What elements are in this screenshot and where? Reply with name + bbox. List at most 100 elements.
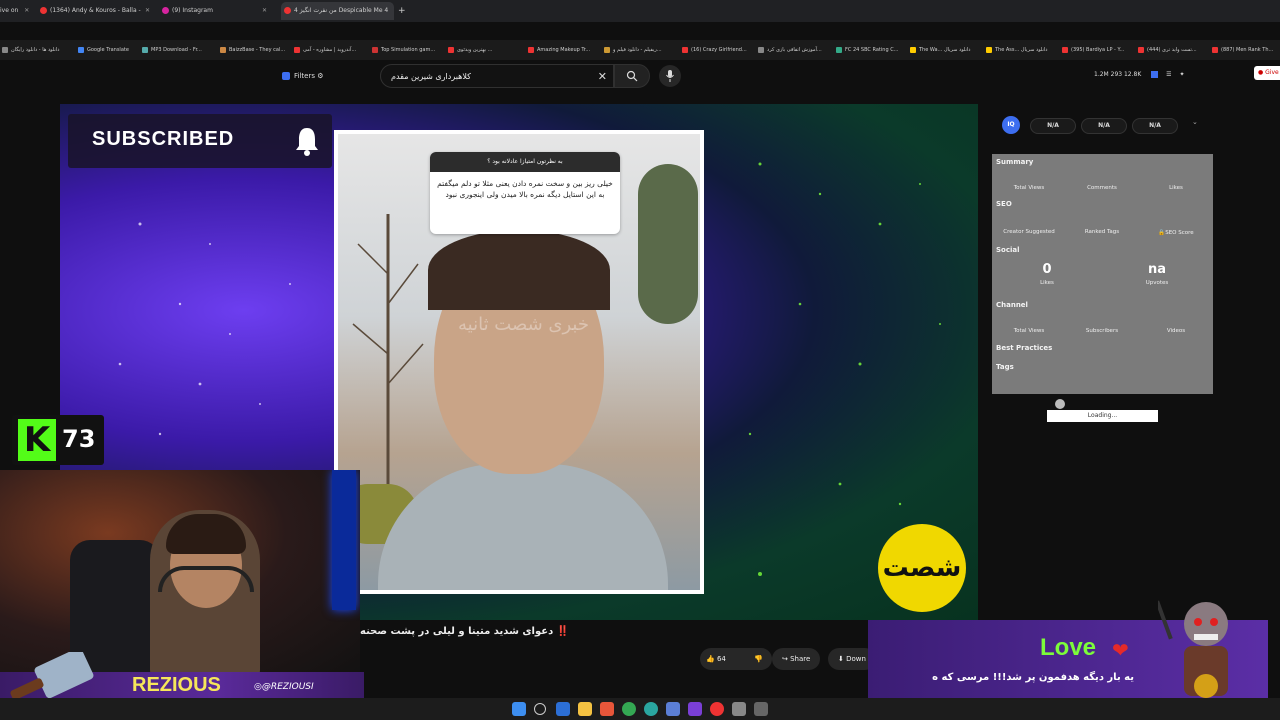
close-icon[interactable]: ✕ (145, 2, 153, 20)
foliage (638, 164, 698, 324)
bookmark-item[interactable]: Amazing Makeup Tr... (528, 40, 590, 60)
filters-button[interactable]: Filters ⚙ (282, 68, 324, 84)
menu-icon[interactable]: ☰ (1166, 71, 1171, 78)
dislike-button[interactable]: 👎 (748, 648, 772, 670)
extension-icon[interactable]: ✦ (1179, 71, 1184, 78)
channel-logo: شصت (878, 524, 966, 612)
tree-illustration (352, 214, 424, 514)
bookmark-item[interactable]: Top Simulation gam... (372, 40, 435, 60)
instagram-icon (162, 7, 169, 14)
speaker-photo: خبری شصت ثانیه به نظرتون امتیازا عادلانه… (338, 134, 700, 590)
bookmark-icon (910, 46, 916, 53)
metric-pill: N/A (1030, 118, 1076, 134)
bookmark-icon (604, 46, 610, 53)
bookmark-item[interactable]: MP3 Download - Fr... (142, 40, 202, 60)
question-text: به نظرتون امتیازا عادلانه بود ؟ (430, 152, 620, 172)
tab-label: (1364) Andy & Kouros - Balla - (50, 7, 141, 14)
social-heading[interactable]: Social (996, 246, 1020, 254)
zombie-mascot-icon (1158, 600, 1228, 698)
total-views-label: Total Views (1013, 185, 1045, 191)
channel-heading[interactable]: Channel (996, 301, 1028, 309)
neon-light (332, 470, 356, 610)
tab-andy-kouros[interactable]: (1364) Andy & Kouros - Balla - (40, 2, 152, 20)
loading-indicator: Loading... (1047, 410, 1158, 422)
heart-icon: ❤ (1112, 638, 1129, 662)
bookmark-item[interactable]: (395) Bardiya LP - Y... (1062, 40, 1124, 60)
bookmark-item[interactable]: (16) Crazy Girlfriend... (682, 40, 747, 60)
tab-instagram[interactable]: (9) Instagram (162, 2, 262, 20)
social-likes-value: 0 (1042, 262, 1052, 277)
translate-icon (78, 46, 84, 53)
seo-heading[interactable]: SEO (996, 200, 1012, 208)
youtube-icon (284, 7, 291, 14)
bookmarks-bar: دانلود ها - دانلود رایگان Google Transla… (0, 40, 1280, 60)
windows-start-icon[interactable] (512, 702, 526, 716)
streamer-name: REZIOUS (132, 674, 221, 696)
app-icon[interactable] (688, 702, 702, 716)
edge-icon[interactable] (644, 702, 658, 716)
browser-tab-bar: ive on ✕ (1364) Andy & Kouros - Balla - ✕… (0, 0, 1280, 22)
bookmark-item[interactable]: ریفیلم - دانلود فیلم و... (604, 40, 662, 60)
give-button[interactable]: ● Give (1254, 66, 1280, 80)
close-icon[interactable]: ✕ (262, 2, 270, 20)
bookmark-icon (142, 46, 148, 53)
bookmark-item[interactable]: بهترین ویدئوی ... (448, 40, 492, 60)
seo-score-label: 🔒SEO Score (1158, 230, 1194, 236)
bookmark-item[interactable]: FC 24 SBC Rating C... (836, 40, 898, 60)
metric-pill: N/A (1132, 118, 1178, 134)
donation-title: Love (1040, 634, 1097, 661)
chrome-icon[interactable] (622, 702, 636, 716)
file-explorer-icon[interactable] (578, 702, 592, 716)
ranked-tags-label: Ranked Tags (1084, 229, 1120, 235)
bookmark-item[interactable]: The Wa... دانلود سریال (910, 40, 971, 60)
search-icon[interactable] (534, 703, 546, 715)
bookmark-item[interactable]: دانلود ها - دانلود رایگان (2, 40, 59, 60)
app-icon[interactable] (754, 702, 768, 716)
viewer-count: 73 (62, 425, 96, 453)
thumbs-up-icon: 👍 (706, 655, 715, 663)
creator-suggested-label: Creator Suggested (1003, 229, 1055, 235)
bookmark-icon (294, 46, 300, 53)
subscribed-overlay: SUBSCRIBED (68, 114, 332, 168)
app-icon[interactable] (710, 702, 724, 716)
best-practices-heading[interactable]: Best Practices (996, 344, 1052, 352)
bookmark-item[interactable]: آندروید | مشاوره - آمی... (294, 40, 356, 60)
subscribers-label: Subscribers (1085, 328, 1119, 334)
thumbs-down-icon: 👎 (754, 655, 763, 663)
search-input[interactable]: کلاهبرداری شیرین مقدم ✕ (380, 64, 614, 88)
download-icon: ⬇ (838, 655, 844, 663)
tab-label: ive on (0, 7, 19, 14)
bookmark-item[interactable]: (444) تست واید تری... (1138, 40, 1197, 60)
tab-despicable-me-active[interactable]: من نفرت انگیز 4 Despicable Me 4 (281, 2, 394, 20)
search-button[interactable] (614, 64, 650, 88)
settings-icon[interactable] (732, 702, 746, 716)
app-icon[interactable] (556, 702, 570, 716)
bookmark-item[interactable]: BaizzBase - They cal... (220, 40, 285, 60)
bookmark-icon (372, 46, 378, 53)
share-button[interactable]: ↪ Share (772, 648, 821, 670)
new-tab-button[interactable]: + (398, 2, 408, 20)
chevron-down-icon[interactable]: ⌄ (1192, 118, 1198, 126)
bookmark-item[interactable]: (887) Men Rank Th... (1212, 40, 1273, 60)
bookmark-item[interactable]: Google Translate (78, 40, 129, 60)
app-icon[interactable] (666, 702, 680, 716)
clear-search-icon[interactable]: ✕ (598, 65, 607, 89)
comments-label: Comments (1087, 185, 1117, 191)
spinner-icon (1055, 399, 1065, 409)
vidiq-panel: Summary Total Views Comments Likes SEO C… (992, 154, 1213, 394)
youtube-icon (448, 46, 454, 53)
channel-total-views-label: Total Views (1013, 328, 1045, 334)
bookmark-item[interactable]: آموزش اتفاقی بازی کرد... (758, 40, 822, 60)
app-icon[interactable] (600, 702, 614, 716)
likes-label: Likes (1169, 185, 1183, 191)
bookmark-item[interactable]: The Ass... دانلود سریال (986, 40, 1047, 60)
youtube-icon (40, 7, 47, 14)
youtube-icon (528, 46, 534, 53)
tags-heading[interactable]: Tags (996, 363, 1014, 371)
extension-icon[interactable] (1151, 71, 1159, 78)
question-bubble: به نظرتون امتیازا عادلانه بود ؟ خیلی ریز… (430, 152, 620, 234)
close-icon[interactable]: ✕ (24, 7, 29, 14)
voice-search-button[interactable] (659, 65, 681, 87)
tab-live[interactable]: ive on ✕ (0, 2, 36, 20)
summary-heading[interactable]: Summary (996, 158, 1033, 166)
